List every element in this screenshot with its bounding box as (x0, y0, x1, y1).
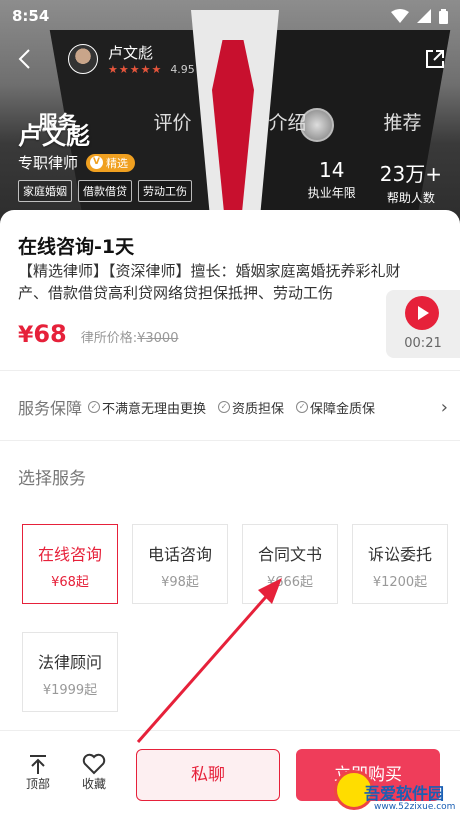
service-option-counsel[interactable]: 法律顾问 ¥1999起 (22, 632, 118, 712)
service-guarantee-row[interactable]: 服务保障 ✓ 不满意无理由更换 ✓ 资质担保 ✓ 保障金质保 › (18, 395, 448, 419)
service-option-litigation[interactable]: 诉讼委托 ¥1200起 (352, 524, 448, 604)
guarantee-item-label: 保障金质保 (310, 401, 376, 417)
option-name: 法律顾问 (37, 653, 102, 672)
original-price: 律所价格:¥3000 (81, 327, 179, 346)
stat-helped: 23万+ 帮助人数 (380, 158, 442, 206)
lawyer-name: 卢文彪 (18, 122, 90, 150)
price-value: 68 (33, 320, 67, 348)
rating-stars: ★★★★★ 4.95 (108, 63, 195, 76)
guarantee-item: ✓ 保障金质保 (296, 398, 375, 417)
expertise-tags: 家庭婚姻 借款借贷 劳动工伤 (18, 180, 192, 202)
stat-value: 23万+ (379, 162, 442, 186)
stat-years: 14 执业年限 (308, 158, 356, 206)
back-to-top-label: 顶部 (25, 777, 50, 791)
guarantee-title: 服务保障 (18, 399, 83, 418)
guarantee-item-label: 资质担保 (232, 401, 285, 417)
original-price-value: ¥3000 (137, 331, 179, 346)
video-duration: 00:21 (404, 336, 442, 351)
rating-score: 4.95 (170, 63, 195, 76)
check-circle-icon: ✓ (296, 401, 309, 413)
favorite-label: 收藏 (81, 777, 106, 791)
top-nav-bar: 卢文彪 ★★★★★ 4.95 (0, 36, 460, 82)
service-card: 在线咨询-1天 【精选律师】【资深律师】擅长：婚姻家庭离婚抚养彩礼财产、借款借贷… (0, 210, 460, 818)
favorite-button[interactable]: 收藏 (74, 753, 114, 792)
watermark-text: 吾爱软件园 (364, 784, 445, 803)
back-arrow-icon[interactable] (14, 47, 38, 71)
divider (0, 440, 460, 441)
guarantee-item: ✓ 不满意无理由更换 (88, 398, 206, 417)
service-title: 在线咨询-1天 (18, 236, 135, 258)
divider (0, 370, 460, 371)
expertise-tag: 借款借贷 (78, 180, 132, 202)
arrow-up-icon (30, 755, 46, 774)
lawyer-mini-info: 卢文彪 ★★★★★ 4.95 (108, 42, 195, 76)
wifi-icon (391, 9, 409, 23)
option-price: ¥666起 (266, 575, 314, 590)
option-price: ¥1200起 (372, 575, 428, 590)
heart-icon (82, 753, 106, 775)
battery-icon (439, 8, 448, 24)
share-icon[interactable] (424, 48, 446, 70)
tab-recommend[interactable]: 推荐 (345, 108, 460, 135)
option-price: ¥1999起 (42, 683, 98, 698)
stat-value: 14 (319, 158, 345, 182)
guarantee-item-label: 不满意无理由更换 (102, 401, 207, 417)
price-row: ¥68 律所价格:¥3000 (18, 320, 178, 348)
watermark: 吾爱软件园 www.52zixue.com (334, 770, 456, 816)
private-chat-button[interactable]: 私聊 (136, 749, 280, 801)
service-option-phone[interactable]: 电话咨询 ¥98起 (132, 524, 228, 604)
check-circle-icon: ✓ (88, 401, 101, 413)
service-option-online[interactable]: 在线咨询 ¥68起 (22, 524, 118, 604)
choose-service-title: 选择服务 (18, 469, 86, 489)
lawyer-stats: 14 执业年限 23万+ 帮助人数 (308, 158, 442, 206)
price: ¥68 (18, 320, 67, 348)
service-option-contract[interactable]: 合同文书 ¥666起 (242, 524, 338, 604)
guarantee-item: ✓ 资质担保 (218, 398, 284, 417)
play-icon[interactable] (405, 296, 439, 330)
signal-icon (417, 9, 431, 23)
intro-video-widget[interactable]: 00:21 (386, 290, 460, 358)
option-price: ¥98起 (161, 575, 199, 590)
lawyer-mini-name: 卢文彪 (108, 44, 154, 62)
option-name: 在线咨询 (37, 545, 102, 564)
stat-label: 帮助人数 (386, 191, 435, 205)
check-circle-icon: ✓ (218, 401, 231, 413)
price-symbol: ¥ (18, 323, 34, 348)
option-name: 诉讼委托 (367, 545, 432, 564)
star-icons: ★★★★★ (108, 63, 163, 76)
avatar[interactable] (68, 44, 98, 74)
chevron-right-icon[interactable]: › (441, 397, 448, 418)
stat-label: 执业年限 (307, 186, 356, 200)
service-description: 【精选律师】【资深律师】擅长：婚姻家庭离婚抚养彩礼财产、借款借贷高利贷网络贷担保… (18, 262, 401, 302)
option-price: ¥68起 (51, 575, 89, 590)
watermark-url: www.52zixue.com (374, 802, 456, 812)
selected-badge: V 精选 (86, 153, 136, 172)
tab-reviews[interactable]: 评价 (115, 108, 230, 135)
status-icons (391, 8, 448, 24)
lawyer-title-row: 专职律师 V 精选 (18, 152, 136, 173)
option-name: 合同文书 (257, 545, 322, 564)
tab-intro[interactable]: 介绍 (230, 108, 345, 135)
status-time: 8:54 (12, 7, 50, 25)
lawyer-title: 专职律师 (18, 154, 79, 172)
status-bar: 8:54 (0, 0, 460, 32)
back-to-top-button[interactable]: 顶部 (18, 753, 58, 792)
expertise-tag: 劳动工伤 (138, 180, 192, 202)
v-icon: V (90, 156, 104, 169)
option-name: 电话咨询 (147, 545, 212, 564)
original-price-label: 律所价格: (80, 331, 138, 346)
expertise-tag: 家庭婚姻 (18, 180, 72, 202)
selected-badge-label: 精选 (106, 156, 129, 170)
